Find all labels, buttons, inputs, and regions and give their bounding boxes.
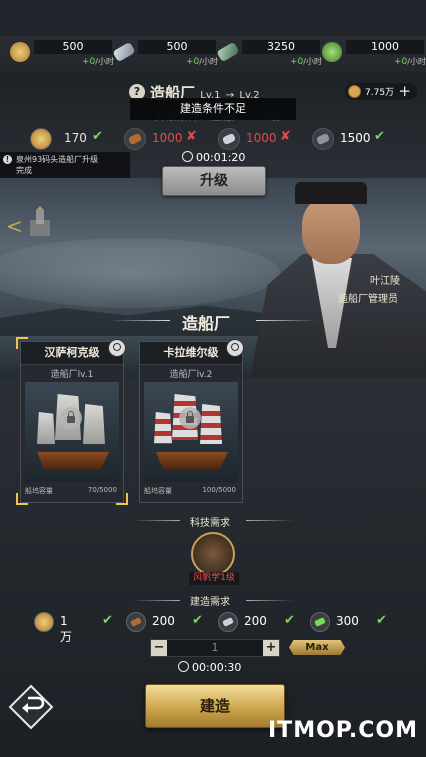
castle-icon[interactable]	[26, 206, 54, 238]
resource-unit: /小时	[95, 57, 114, 66]
check-icon: ✔	[376, 613, 387, 628]
increase-button[interactable]: +	[263, 640, 279, 656]
gold-coin-icon	[10, 42, 30, 62]
capacity-label: 船坞容量	[144, 487, 172, 495]
build-requirement-title: 建造需求	[190, 597, 230, 608]
resource-rate: +0	[290, 57, 304, 67]
capacity-label: 船坞容量	[25, 487, 53, 495]
wood-icon	[124, 128, 146, 150]
ship-image	[25, 382, 119, 482]
capacity-value: 100/5000	[202, 486, 236, 494]
news-line-1: 泉州93码头造船厂升级	[16, 155, 99, 164]
condition-toast: 建造条件不足	[130, 98, 296, 120]
selected-corner	[116, 493, 128, 505]
resource-amount: 500	[34, 40, 112, 54]
back-button[interactable]	[8, 684, 54, 730]
check-icon: ✔	[374, 129, 385, 144]
upgrade-timer: 00:01:20	[182, 151, 245, 164]
decrease-button[interactable]: −	[151, 640, 167, 656]
clock-icon	[178, 661, 189, 672]
tech-requirement-label: 风帆学1级	[189, 572, 239, 585]
character-role: 造船厂管理员	[338, 294, 398, 305]
wood-icon	[126, 612, 146, 632]
gold-balance-value: 7.75万	[365, 88, 395, 98]
search-icon[interactable]	[108, 339, 126, 357]
check-icon: ✔	[284, 613, 295, 628]
resource-unit: /小时	[303, 57, 322, 66]
ship-card-hansa-cog[interactable]: 汉萨柯克级 造船厂lv.1 船坞容量 70/5000	[20, 341, 124, 503]
tech-requirement-title: 科技需求	[190, 518, 230, 529]
gold-coin-icon	[348, 85, 361, 98]
resource-unit: /小时	[199, 57, 218, 66]
cost-value: 170	[64, 131, 87, 145]
cost-value: 300	[336, 614, 359, 628]
build-button[interactable]: 建造	[145, 684, 285, 728]
resource-amount: 3250	[242, 40, 320, 54]
cost-value: 200	[244, 614, 267, 628]
alert-icon: !	[3, 155, 12, 164]
cross-icon: ✘	[280, 129, 291, 144]
cost-value: 1500	[340, 131, 371, 145]
ship-image	[144, 382, 238, 482]
chevron-left-icon[interactable]: <	[6, 214, 23, 238]
lock-icon	[60, 407, 82, 429]
selected-corner	[16, 337, 28, 349]
cost-value: 200	[152, 614, 175, 628]
search-icon[interactable]	[226, 339, 244, 357]
resource-rate: +0	[394, 57, 408, 67]
wheat-icon	[322, 42, 342, 62]
selected-corner	[16, 493, 28, 505]
add-gold-button[interactable]: +	[398, 82, 411, 100]
quantity-value[interactable]: 1	[171, 641, 259, 654]
max-button[interactable]: Max	[289, 640, 345, 655]
divider-left	[110, 320, 170, 321]
iron-bar-icon	[112, 41, 136, 63]
upgrade-button[interactable]: 升级	[162, 166, 266, 196]
section-title: 造船厂	[182, 314, 231, 333]
resource-rate: +0	[82, 57, 96, 67]
watermark: ITMOP.COM	[268, 718, 418, 743]
quantity-stepper[interactable]: − 1 +	[150, 639, 280, 657]
cost-value: 1000	[152, 131, 183, 145]
clock-icon	[182, 151, 193, 162]
stone-bar-icon	[216, 41, 240, 63]
cross-icon: ✘	[186, 129, 197, 144]
iron-bar-icon	[218, 128, 240, 150]
ship-requirement: 造船厂lv.2	[169, 370, 213, 380]
resource-bar: 500 +0/小时 500 +0/小时 3250 +0/小时 1000 +0/小…	[0, 36, 426, 73]
check-icon: ✔	[92, 129, 103, 144]
cost-value: 1万	[60, 614, 73, 644]
build-timer: 00:00:30	[178, 661, 241, 674]
gold-coin-icon	[30, 128, 52, 150]
resource-amount: 500	[138, 40, 216, 54]
news-banner[interactable]: ! 泉州93码头造船厂升级 完成	[0, 152, 130, 178]
gold-balance[interactable]: 7.75万 +	[345, 82, 417, 100]
ship-requirement: 造船厂lv.1	[50, 370, 94, 380]
iron-bar-icon	[218, 612, 238, 632]
check-icon: ✔	[192, 613, 203, 628]
resource-rate: +0	[186, 57, 200, 67]
news-line-2: 完成	[16, 166, 32, 175]
resource-amount: 1000	[346, 40, 424, 54]
tech-portrait[interactable]	[191, 532, 235, 576]
divider-right	[256, 320, 316, 321]
capacity-value: 70/5000	[87, 486, 117, 494]
check-icon: ✔	[102, 613, 113, 628]
wheat-icon	[310, 612, 330, 632]
character-name: 叶江陵	[370, 276, 400, 287]
build-time: 00:00:30	[192, 661, 242, 674]
gold-coin-icon	[34, 612, 54, 632]
stone-bar-icon	[312, 128, 334, 150]
lock-icon	[179, 407, 201, 429]
resource-unit: /小时	[407, 57, 426, 66]
upgrade-time: 00:01:20	[196, 151, 246, 164]
cost-value: 1000	[246, 131, 277, 145]
ship-card-caravel[interactable]: 卡拉维尔级 造船厂lv.2 船坞容量 100/5000	[139, 341, 243, 503]
